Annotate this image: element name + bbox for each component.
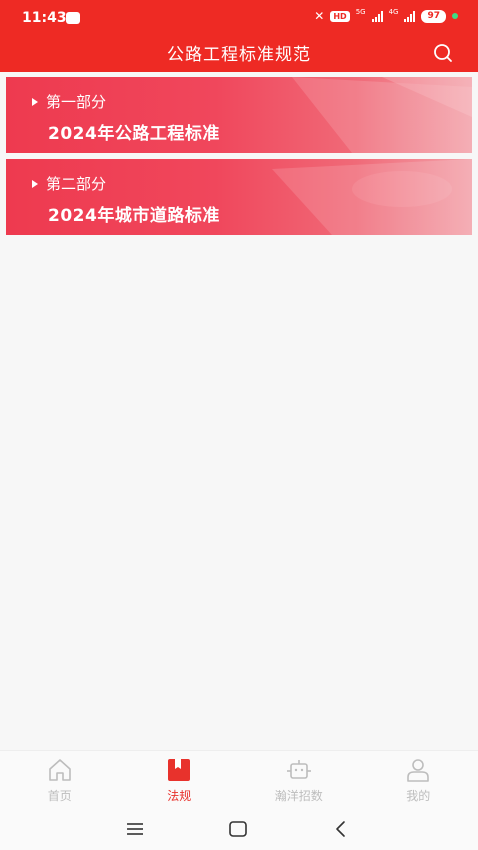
- privacy-dot-icon: [452, 13, 458, 19]
- tab-home[interactable]: 首页: [0, 751, 120, 809]
- tab-profile[interactable]: 我的: [359, 751, 478, 809]
- home-button-icon[interactable]: [227, 818, 249, 840]
- card-part-label: 第一部分: [32, 91, 106, 112]
- page-title: 公路工程标准规范: [167, 45, 311, 65]
- section-card-part-1[interactable]: 第一部分 2024年公路工程标准: [6, 77, 472, 153]
- tab-regulations[interactable]: 法规: [120, 751, 240, 809]
- robot-icon: [286, 760, 311, 779]
- app-header: 公路工程标准规范: [0, 36, 478, 72]
- back-icon[interactable]: [330, 818, 352, 840]
- tab-assistant[interactable]: 瀚洋招数: [239, 751, 359, 809]
- search-icon[interactable]: [432, 42, 454, 64]
- tab-label: 我的: [406, 789, 431, 803]
- hd-badge: HD: [330, 10, 350, 22]
- network-label-5g: 5G: [355, 8, 366, 16]
- menu-icon[interactable]: [124, 818, 146, 840]
- network-label-4g: 4G: [388, 8, 399, 16]
- card-title: 2024年城市道路标准: [48, 206, 220, 226]
- section-card-part-2[interactable]: 第二部分 2024年城市道路标准: [6, 159, 472, 235]
- battery-icon: 97: [421, 9, 446, 23]
- bottom-tab-bar: 首页 法规 瀚洋招数 我的: [0, 750, 478, 809]
- triangle-right-icon: [32, 179, 38, 188]
- card-background-decoration: [272, 159, 472, 235]
- signal-icon: [371, 10, 383, 22]
- status-time: 11:43: [22, 10, 67, 26]
- home-icon: [48, 759, 71, 781]
- status-indicators: ✕ HD 5G 4G 97: [314, 9, 458, 23]
- tab-label: 瀚洋招数: [274, 789, 323, 803]
- vibrate-off-icon: ✕: [314, 9, 325, 23]
- signal-icon-2: [404, 10, 416, 22]
- notification-app-icon: [66, 12, 80, 24]
- triangle-right-icon: [32, 97, 38, 106]
- tab-label: 首页: [47, 789, 72, 803]
- status-bar: 11:43 ✕ HD 5G 4G 97: [0, 0, 478, 36]
- card-title: 2024年公路工程标准: [48, 124, 220, 144]
- user-icon: [407, 759, 430, 782]
- book-icon: [168, 759, 191, 781]
- card-background-decoration: [292, 77, 472, 153]
- card-part-label: 第二部分: [32, 173, 106, 194]
- tab-label: 法规: [167, 789, 192, 803]
- system-navigation-bar: [0, 808, 478, 850]
